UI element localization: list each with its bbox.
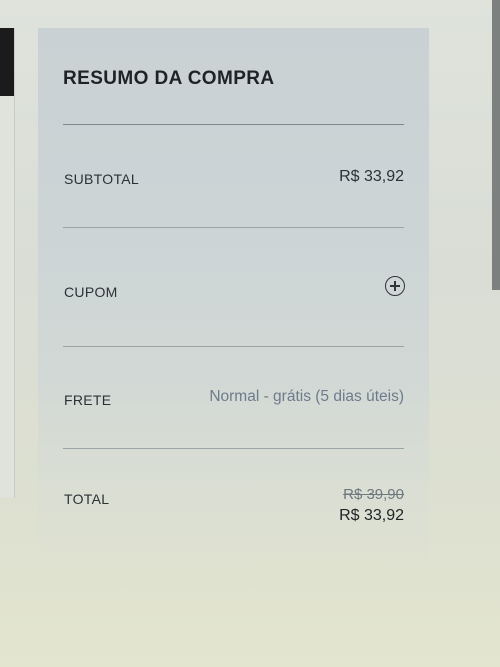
subtotal-divider (63, 227, 404, 228)
coupon-divider (63, 346, 404, 347)
subtotal-label: SUBTOTAL (64, 171, 140, 187)
total-old-value: R$ 39,90 (343, 486, 404, 503)
title-divider (63, 124, 404, 125)
left-panel (0, 28, 15, 498)
summary-title: RESUMO DA COMPRA (63, 68, 275, 89)
shipping-value: Normal - grátis (5 dias úteis) (209, 388, 404, 405)
subtotal-value: R$ 33,92 (339, 168, 404, 185)
order-summary-card: RESUMO DA COMPRA SUBTOTAL R$ 33,92 CUPOM… (38, 28, 429, 568)
coupon-label: CUPOM (64, 284, 118, 300)
shipping-divider (63, 448, 404, 449)
right-scrollbar[interactable] (492, 0, 500, 290)
total-label: TOTAL (64, 491, 110, 507)
total-value: R$ 33,92 (339, 507, 404, 524)
shipping-label: FRETE (64, 392, 112, 408)
add-coupon-button[interactable] (385, 276, 405, 296)
left-header-bar (0, 28, 14, 96)
